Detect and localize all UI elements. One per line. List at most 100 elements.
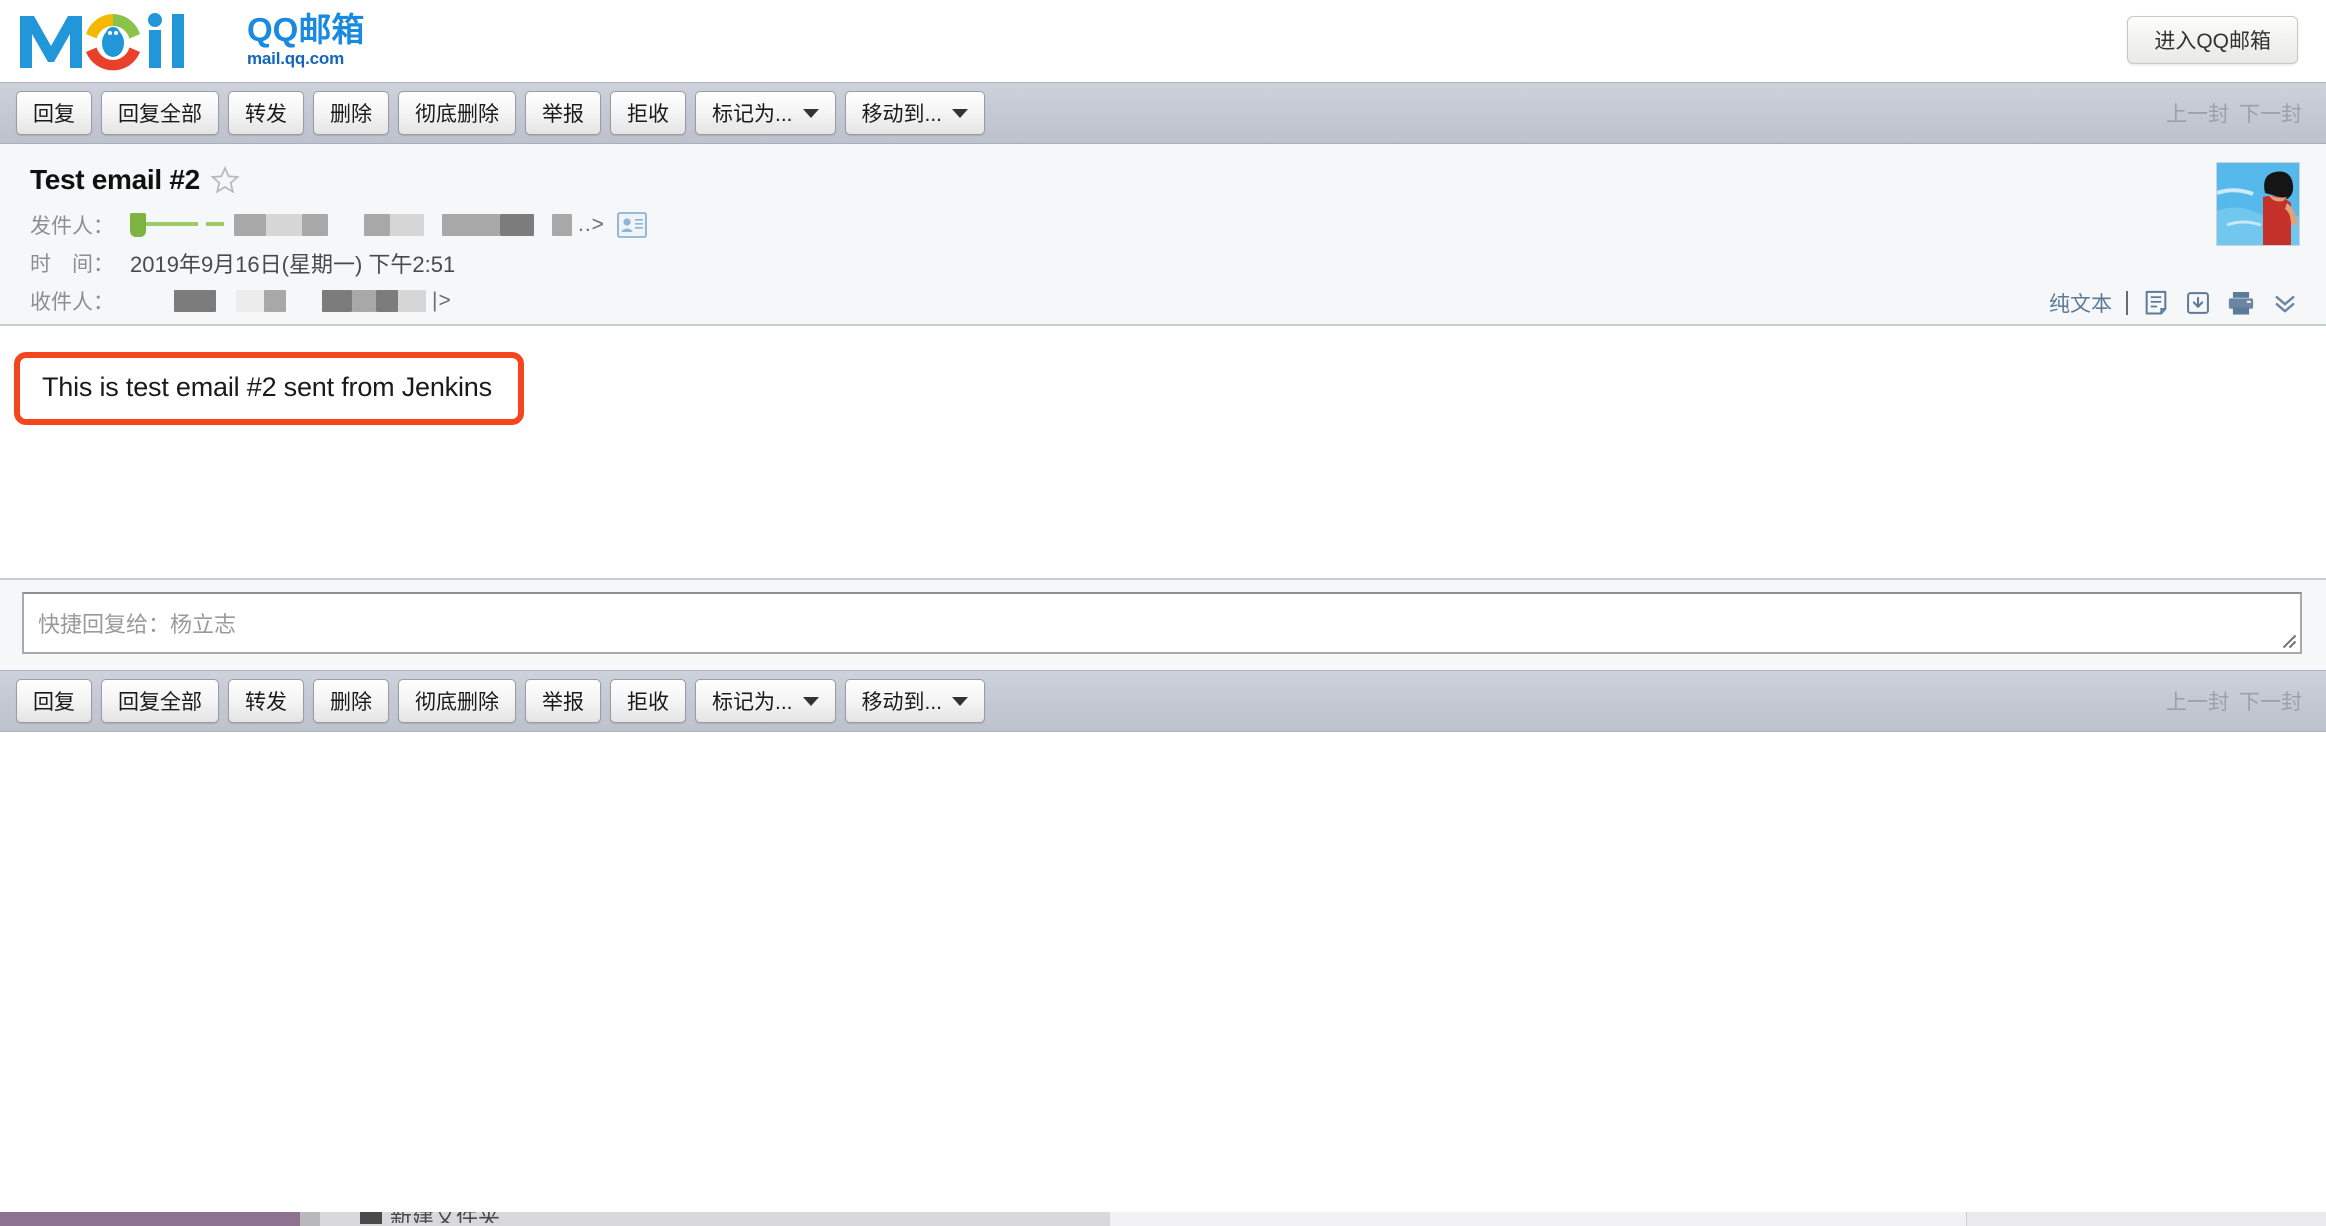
quick-reply-placeholder: 快捷回复给：杨立志 [38,612,237,637]
reply-all-button[interactable]: 回复全部 [101,91,219,135]
delete-permanently-button-bottom[interactable]: 彻底删除 [398,679,516,723]
expand-chevrons-icon[interactable] [2270,289,2300,317]
to-value-suffix: |> [432,289,452,312]
mail-header-panel: Test email #2 发件人： ..> 时 间： 2019年9月16日(星… [0,144,2326,326]
contact-card-svg [617,212,647,238]
reply-all-button-bottom[interactable]: 回复全部 [101,679,219,723]
quick-reply-textarea[interactable]: 快捷回复给：杨立志 [22,592,2302,654]
taskbar-tray-area [1966,1212,2326,1226]
forward-button[interactable]: 转发 [228,91,304,135]
reply-button-bottom[interactable]: 回复 [16,679,92,723]
forward-button-bottom[interactable]: 转发 [228,679,304,723]
reply-label: 回复 [33,103,75,126]
print-icon[interactable] [2226,289,2256,317]
delete-permanently-button[interactable]: 彻底删除 [398,91,516,135]
report-label: 举报 [542,691,584,714]
report-button-bottom[interactable]: 举报 [525,679,601,723]
date-row: 时 间： 2019年9月16日(星期一) 下午2:51 [30,244,2302,282]
chevron-down-icon [802,108,819,118]
contact-card-icon[interactable] [617,212,647,238]
sender-redaction-block [390,214,424,236]
save-to-notes-icon[interactable] [2184,289,2212,317]
bottom-toolbar: 回复 回复全部 转发 删除 彻底删除 举报 拒收 标记为... 移动到... 上… [0,670,2326,732]
document-icon[interactable] [2142,289,2170,317]
report-label: 举报 [542,103,584,126]
previous-message-link-bottom[interactable]: 上一封 [2166,686,2229,716]
delete-label: 删除 [330,691,372,714]
top-message-navigation: 上一封 下一封 [2166,98,2302,128]
to-label: 收件人： [30,291,114,314]
brand-name-cn: QQ邮箱 [247,11,365,49]
taskbar-tab-label: 新建文件夹 [390,1212,500,1223]
divider [2126,291,2128,315]
date-value: 2019年9月16日(星期一) 下午2:51 [130,252,456,277]
recipient-redaction-block [322,290,352,312]
taskbar-background [0,1212,300,1226]
from-label: 发件人： [30,215,114,238]
to-value-redacted[interactable]: |> [130,289,452,313]
taskbar-empty-area [1110,1212,1966,1226]
sender-redaction-block [364,214,390,236]
chevron-down-icon [952,108,969,118]
date-label: 时 间： [30,253,114,276]
resize-handle-icon[interactable] [2279,631,2297,649]
star-icon[interactable] [210,165,240,195]
enter-qqmail-button[interactable]: 进入QQ邮箱 [2127,16,2298,64]
mail-header-right: 纯文本 [2049,162,2300,318]
delete-label: 删除 [330,103,372,126]
sender-redaction-block [500,214,534,236]
sender-redaction-block [302,214,328,236]
body-highlight-annotation: This is test email #2 sent from Jenkins [14,352,524,425]
top-toolbar: 回复 回复全部 转发 删除 彻底删除 举报 拒收 标记为... 移动到... 上… [0,82,2326,144]
sender-redaction-block [234,214,266,236]
recipient-redaction-block [264,290,286,312]
previous-message-link[interactable]: 上一封 [2166,98,2229,128]
recipient-redaction-block [174,290,216,312]
recipient-redaction-block [236,290,264,312]
plain-text-link[interactable]: 纯文本 [2049,288,2112,318]
next-message-link-bottom[interactable]: 下一封 [2239,686,2302,716]
taskbar-spacer [300,1212,320,1226]
recipient-redaction-block [376,290,398,312]
report-button[interactable]: 举报 [525,91,601,135]
quick-reply-section: 快捷回复给：杨立志 [0,578,2326,670]
mail-body: This is test email #2 sent from Jenkins [0,326,2326,578]
reject-button-bottom[interactable]: 拒收 [610,679,686,723]
move-to-dropdown[interactable]: 移动到... [844,91,986,135]
from-value-redacted[interactable]: ..> [130,212,647,238]
delete-permanently-label: 彻底删除 [415,691,499,714]
reject-label: 拒收 [627,103,669,126]
qqmail-logo[interactable]: QQ邮箱 mail.qq.com [0,11,365,72]
reply-button[interactable]: 回复 [16,91,92,135]
chevron-down-icon [802,696,819,706]
reply-all-label: 回复全部 [118,691,202,714]
mail-body-text: This is test email #2 sent from Jenkins [42,372,492,402]
page-filler [0,732,2326,1226]
brand-url: mail.qq.com [247,48,344,68]
bottom-message-navigation: 上一封 下一封 [2166,686,2302,716]
taskbar-window-tab[interactable]: 新建文件夹 [320,1212,1110,1226]
mail-actions: 纯文本 [2049,288,2300,318]
from-value-suffix: ..> [578,213,605,236]
delete-permanently-label: 彻底删除 [415,103,499,126]
from-row: 发件人： ..> [30,206,2302,244]
recipient-redaction-block [398,290,426,312]
mark-as-dropdown[interactable]: 标记为... [695,91,836,135]
reply-label: 回复 [33,691,75,714]
mark-as-label: 标记为... [712,691,793,714]
to-row: 收件人： |> [30,282,2302,320]
mark-as-dropdown-bottom[interactable]: 标记为... [695,679,836,723]
os-taskbar-sliver: 新建文件夹 [0,1212,2326,1226]
reply-all-label: 回复全部 [118,103,202,126]
sender-redaction-green [130,213,146,237]
mail-wordmark [18,13,233,72]
sender-redaction-green-line [206,222,224,226]
delete-button[interactable]: 删除 [313,91,389,135]
mail-logo-svg [20,13,184,72]
reject-button[interactable]: 拒收 [610,91,686,135]
folder-icon [360,1212,382,1224]
avatar[interactable] [2216,162,2300,246]
next-message-link[interactable]: 下一封 [2239,98,2302,128]
move-to-dropdown-bottom[interactable]: 移动到... [844,679,986,723]
delete-button-bottom[interactable]: 删除 [313,679,389,723]
